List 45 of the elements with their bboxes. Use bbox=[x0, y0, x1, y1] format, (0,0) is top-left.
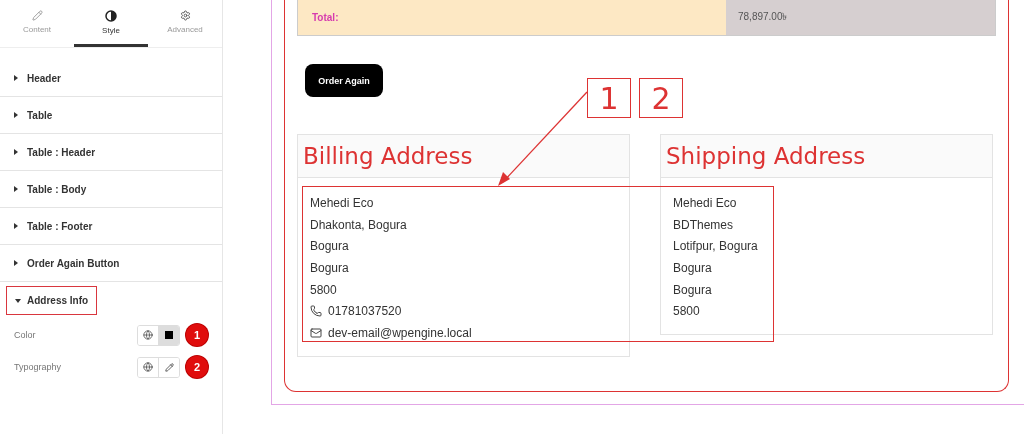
globe-icon bbox=[143, 330, 153, 340]
callout-box: 1 bbox=[587, 78, 631, 118]
section-header[interactable]: Table : Footer bbox=[14, 220, 93, 232]
section-header[interactable]: Header bbox=[14, 72, 61, 84]
address-line: Bogura bbox=[673, 259, 713, 277]
address-line: Bogura bbox=[310, 259, 350, 277]
section-header[interactable]: Table : Body bbox=[14, 183, 87, 195]
step-badge: 1 bbox=[186, 324, 208, 346]
address-line: Mehedi Eco bbox=[310, 194, 375, 212]
pencil-icon bbox=[31, 10, 43, 21]
total-label: Total: bbox=[298, 0, 726, 35]
tab-label: Content bbox=[23, 25, 51, 34]
address-line: 5800 bbox=[673, 303, 701, 321]
address-line: 01781037520 bbox=[328, 304, 402, 319]
callout-box: 2 bbox=[639, 78, 683, 118]
total-value: 78,897.00৳ bbox=[726, 0, 995, 35]
tab-label: Style bbox=[102, 25, 120, 35]
section-header[interactable]: Table : Header bbox=[14, 146, 96, 158]
address-line: Lotifpur, Bogura bbox=[673, 238, 759, 256]
tab-label: Advanced bbox=[167, 25, 203, 34]
address-title: Billing Address bbox=[297, 134, 630, 178]
address-line: Bogura bbox=[673, 281, 713, 299]
address-title: Shipping Address bbox=[660, 134, 993, 178]
control-group[interactable] bbox=[137, 324, 180, 346]
address-line: Mehedi Eco bbox=[673, 194, 738, 212]
step-badge: 2 bbox=[186, 356, 208, 378]
phone-icon bbox=[310, 305, 322, 318]
order-again-button[interactable]: Order Again bbox=[305, 64, 383, 97]
control-label: Typography bbox=[14, 362, 63, 372]
address-line: Dhakonta, Bogura bbox=[310, 216, 408, 234]
address-line: BDThemes bbox=[673, 216, 735, 234]
contrast-icon bbox=[105, 9, 117, 22]
section-header[interactable]: Order Again Button bbox=[14, 257, 120, 269]
panel-tab[interactable]: Style bbox=[74, 0, 148, 47]
section-header[interactable]: Address Info bbox=[6, 286, 98, 315]
control-label: Color bbox=[14, 330, 37, 340]
color-swatch bbox=[165, 331, 173, 339]
pencil-icon bbox=[164, 362, 174, 372]
section-header[interactable]: Table bbox=[14, 109, 53, 121]
gear-icon bbox=[179, 10, 191, 21]
address-line: Bogura bbox=[310, 238, 350, 256]
address-line: dev-email@wpengine.local bbox=[328, 325, 472, 340]
address-line: 5800 bbox=[310, 281, 338, 299]
mail-icon bbox=[310, 326, 322, 339]
globe-icon bbox=[143, 362, 153, 372]
